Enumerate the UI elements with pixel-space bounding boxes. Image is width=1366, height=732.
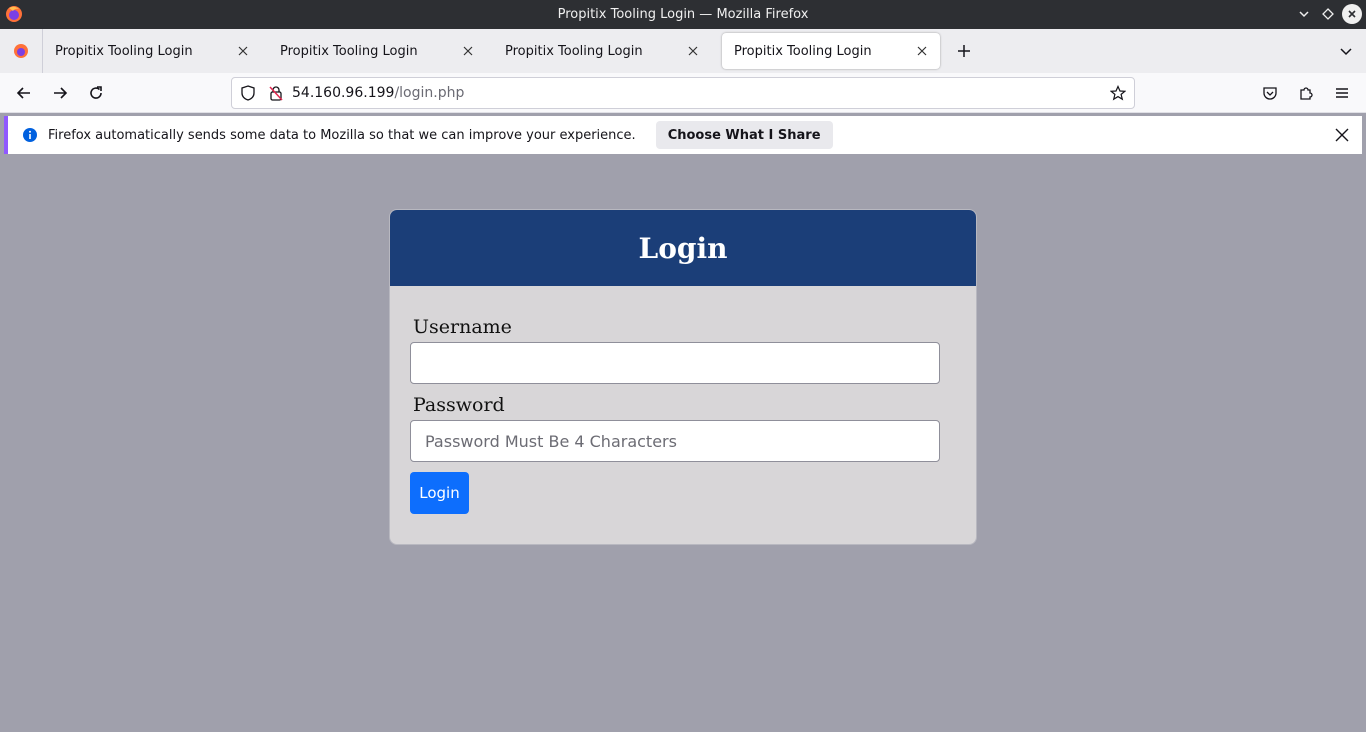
firefox-logo-icon (14, 44, 28, 58)
username-label: Username (413, 316, 512, 338)
tab[interactable]: Propitix Tooling Login (268, 33, 486, 69)
tab-label: Propitix Tooling Login (280, 43, 418, 59)
tab-strip: Propitix Tooling Login Propitix Tooling … (0, 29, 1366, 73)
close-icon[interactable] (460, 43, 476, 59)
minimize-icon[interactable] (1294, 4, 1314, 24)
tab-label: Propitix Tooling Login (734, 43, 872, 59)
url-host: 54.160.96.199 (292, 85, 395, 101)
address-bar[interactable]: 54.160.96.199/login.php (231, 77, 1135, 109)
tab[interactable]: Propitix Tooling Login (493, 33, 711, 69)
navigation-toolbar: 54.160.96.199/login.php (0, 73, 1366, 113)
close-icon[interactable] (914, 43, 930, 59)
star-icon[interactable] (1108, 83, 1128, 103)
login-button[interactable]: Login (410, 472, 469, 514)
password-input[interactable] (410, 420, 940, 462)
data-collection-notification: Firefox automatically sends some data to… (4, 116, 1362, 154)
choose-what-i-share-button[interactable]: Choose What I Share (655, 121, 833, 149)
close-icon[interactable] (1332, 125, 1352, 145)
login-card: Login Username Password Login (389, 209, 977, 545)
close-icon[interactable] (235, 43, 251, 59)
login-heading: Login (638, 231, 728, 265)
chevron-down-icon[interactable] (1334, 39, 1358, 63)
firefox-view-button[interactable] (0, 29, 43, 73)
url-path: /login.php (394, 85, 465, 101)
tab-active[interactable]: Propitix Tooling Login (722, 33, 940, 69)
shield-icon[interactable] (238, 83, 258, 103)
close-icon[interactable] (685, 43, 701, 59)
arrow-right-icon[interactable] (48, 81, 72, 105)
arrow-left-icon[interactable] (12, 81, 36, 105)
notification-message: Firefox automatically sends some data to… (48, 127, 636, 143)
reload-icon[interactable] (84, 81, 108, 105)
window-title: Propitix Tooling Login — Mozilla Firefox (557, 7, 809, 22)
info-icon (23, 128, 37, 142)
tab-label: Propitix Tooling Login (505, 43, 643, 59)
pocket-icon[interactable] (1258, 81, 1282, 105)
login-card-header: Login (390, 210, 976, 286)
window-close-icon[interactable] (1342, 4, 1362, 24)
puzzle-icon[interactable] (1294, 81, 1318, 105)
tab[interactable]: Propitix Tooling Login (43, 33, 261, 69)
password-label: Password (413, 394, 505, 416)
hamburger-menu-icon[interactable] (1330, 81, 1354, 105)
plus-icon[interactable] (952, 39, 976, 63)
window-titlebar: Propitix Tooling Login — Mozilla Firefox (0, 0, 1366, 29)
username-input[interactable] (410, 342, 940, 384)
tab-label: Propitix Tooling Login (55, 43, 193, 59)
maximize-icon[interactable] (1318, 4, 1338, 24)
url-text[interactable]: 54.160.96.199/login.php (292, 85, 1108, 101)
insecure-lock-icon[interactable] (266, 83, 286, 103)
